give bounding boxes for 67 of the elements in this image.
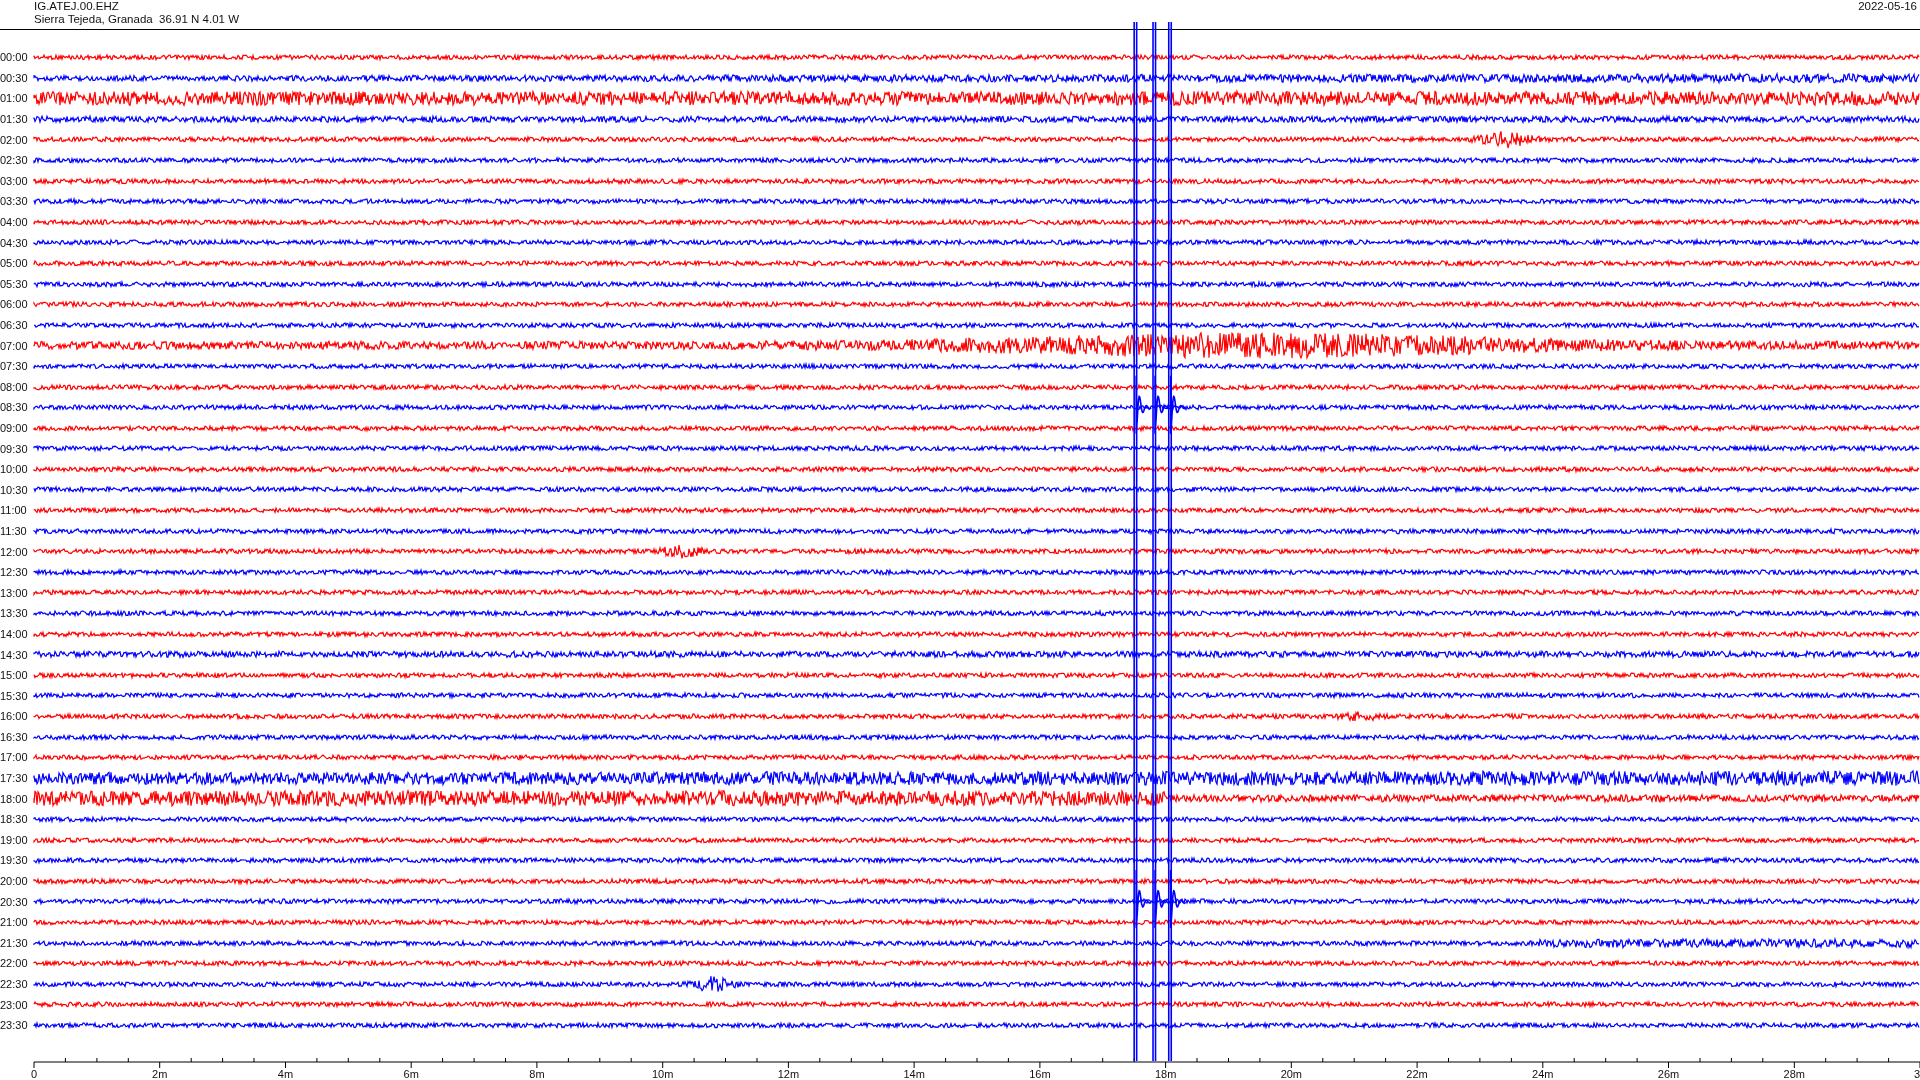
axis-tick-label: 0 — [30, 1067, 38, 1080]
axis-tick-label: 10m — [651, 1067, 674, 1080]
time-label: 00:00 — [0, 51, 29, 64]
axis-tick-label: 26m — [1657, 1067, 1680, 1080]
time-label: 19:00 — [0, 833, 29, 846]
time-label: 04:30 — [0, 236, 29, 249]
axis-tick-label: 6m — [403, 1067, 419, 1080]
time-label: 16:30 — [0, 730, 29, 743]
time-label: 17:30 — [0, 772, 29, 785]
time-label: 18:00 — [0, 792, 29, 805]
time-label: 21:30 — [0, 936, 29, 949]
axis-tick-label: 20m — [1280, 1067, 1303, 1080]
time-label: 11:00 — [0, 504, 28, 517]
time-label: 02:30 — [0, 154, 29, 167]
time-label: 12:30 — [0, 566, 29, 579]
time-label: 06:30 — [0, 319, 29, 331]
axis-tick-label: 28m — [1783, 1067, 1805, 1080]
time-label: 12:00 — [0, 545, 29, 558]
axis-tick-label: 16m — [1029, 1067, 1051, 1080]
time-label: 08:30 — [0, 401, 29, 414]
axis-tick-label: 14m — [903, 1067, 925, 1080]
time-label: 03:30 — [0, 195, 29, 208]
time-label: 22:00 — [0, 957, 29, 970]
time-label: 21:00 — [0, 916, 29, 929]
time-label: 09:30 — [0, 442, 29, 455]
time-label: 17:00 — [0, 751, 29, 764]
axis-tick-label: 18m — [1154, 1067, 1177, 1080]
axis-tick-label: 24m — [1532, 1067, 1554, 1080]
time-label: 23:00 — [0, 998, 29, 1011]
time-label: 10:30 — [0, 483, 29, 496]
time-label: 07:00 — [0, 339, 29, 352]
axis-tick-label: 4m — [277, 1067, 294, 1080]
station-code: IG.ATEJ.00.EHZ — [34, 0, 120, 13]
time-label: 23:30 — [0, 1019, 29, 1032]
time-label: 03:00 — [0, 174, 29, 187]
time-label: 20:00 — [0, 875, 29, 888]
time-label: 02:00 — [0, 133, 29, 146]
time-label: 15:30 — [0, 689, 29, 702]
time-label: 05:00 — [0, 257, 29, 270]
time-label: 06:00 — [0, 298, 29, 311]
axis-tick-label: 12m — [777, 1067, 800, 1080]
axis-tick-label: 3 — [1913, 1067, 1920, 1080]
time-label: 05:30 — [0, 277, 29, 290]
axis-tick-label: 2m — [152, 1067, 168, 1080]
time-label: 09:00 — [0, 422, 29, 434]
date-label: 2022-05-16 — [1858, 0, 1917, 13]
axis-tick-label: 22m — [1406, 1067, 1428, 1080]
time-label: 00:30 — [0, 71, 29, 84]
time-label: 18:30 — [0, 813, 29, 826]
time-label: 01:00 — [0, 92, 29, 105]
time-label: 08:00 — [0, 380, 29, 393]
axis-tick-label: 8m — [529, 1067, 545, 1080]
time-label: 13:30 — [0, 607, 29, 620]
time-label: 22:30 — [0, 978, 29, 990]
time-label: 10:00 — [0, 463, 29, 476]
station-location: Sierra Tejeda, Granada 36.91 N 4.01 W — [34, 13, 239, 26]
time-label: 13:00 — [0, 586, 29, 599]
time-label: 14:30 — [0, 648, 29, 661]
time-label: 01:30 — [0, 113, 29, 126]
time-label: 04:00 — [0, 216, 29, 229]
time-label: 11:30 — [0, 524, 28, 537]
time-label: 15:00 — [0, 669, 29, 682]
time-label: 16:00 — [0, 710, 29, 723]
time-label: 14:00 — [0, 627, 29, 640]
time-label: 19:30 — [0, 854, 29, 867]
time-label: 07:30 — [0, 360, 29, 373]
time-label: 20:30 — [0, 895, 29, 908]
